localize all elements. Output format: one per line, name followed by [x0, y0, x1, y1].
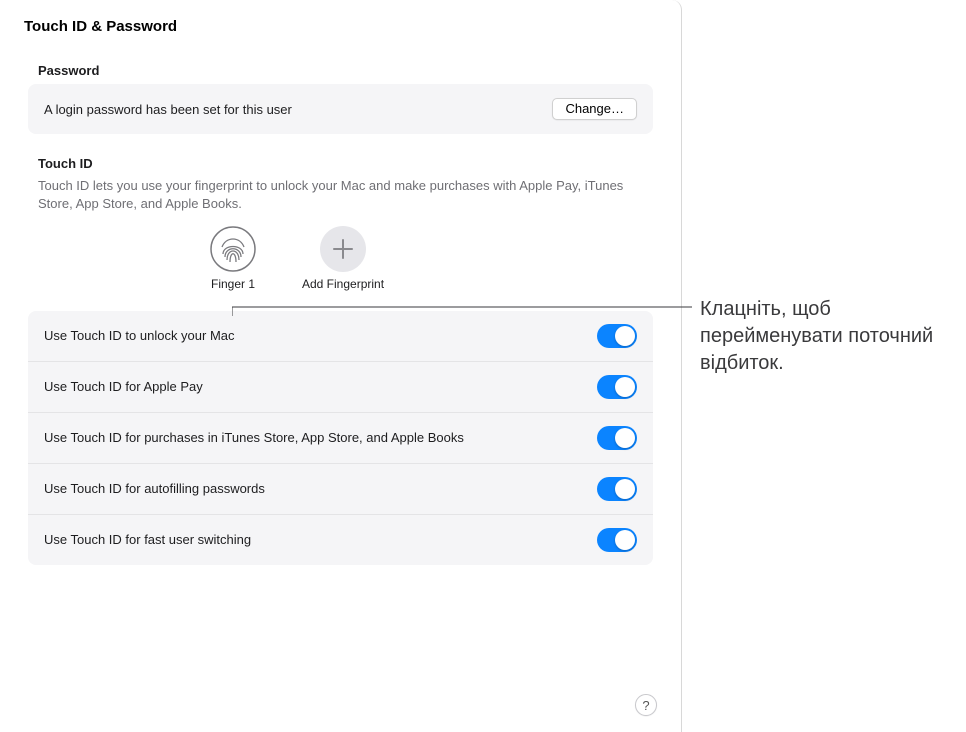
fingerprint-icon [210, 226, 256, 272]
touchid-section-label: Touch ID [38, 156, 661, 171]
plus-icon [320, 226, 366, 272]
password-section-label: Password [38, 63, 661, 78]
toggle-apple-pay[interactable] [597, 375, 637, 399]
fingerprint-label: Finger 1 [211, 277, 255, 291]
callout-connector [232, 303, 692, 323]
page-title: Touch ID & Password [24, 18, 661, 35]
settings-panel: Touch ID & Password Password A login pas… [0, 0, 682, 732]
option-row-fast-switch: Use Touch ID for fast user switching [28, 515, 653, 565]
callout-text: Клацніть, щоб перейменувати поточний від… [700, 296, 960, 377]
add-fingerprint-item[interactable]: Add Fingerprint [302, 226, 384, 291]
option-label: Use Touch ID for purchases in iTunes Sto… [44, 429, 464, 447]
option-row-apple-pay: Use Touch ID for Apple Pay [28, 362, 653, 413]
add-fingerprint-label: Add Fingerprint [302, 277, 384, 291]
password-status-text: A login password has been set for this u… [44, 102, 292, 117]
option-row-autofill: Use Touch ID for autofilling passwords [28, 464, 653, 515]
toggle-purchases[interactable] [597, 426, 637, 450]
option-row-purchases: Use Touch ID for purchases in iTunes Sto… [28, 413, 653, 464]
touchid-description: Touch ID lets you use your fingerprint t… [38, 177, 643, 212]
toggle-autofill[interactable] [597, 477, 637, 501]
option-label: Use Touch ID for autofilling passwords [44, 480, 265, 498]
option-label: Use Touch ID to unlock your Mac [44, 327, 235, 345]
toggle-unlock-mac[interactable] [597, 324, 637, 348]
help-button[interactable]: ? [635, 694, 657, 716]
touchid-options-list: Use Touch ID to unlock your Mac Use Touc… [28, 311, 653, 565]
toggle-fast-switch[interactable] [597, 528, 637, 552]
option-label: Use Touch ID for fast user switching [44, 531, 251, 549]
change-password-button[interactable]: Change… [552, 98, 637, 120]
fingerprint-item[interactable]: Finger 1 [210, 226, 256, 291]
password-card: A login password has been set for this u… [28, 84, 653, 134]
option-label: Use Touch ID for Apple Pay [44, 378, 203, 396]
fingerprints-row: Finger 1 Add Fingerprint [210, 226, 661, 291]
